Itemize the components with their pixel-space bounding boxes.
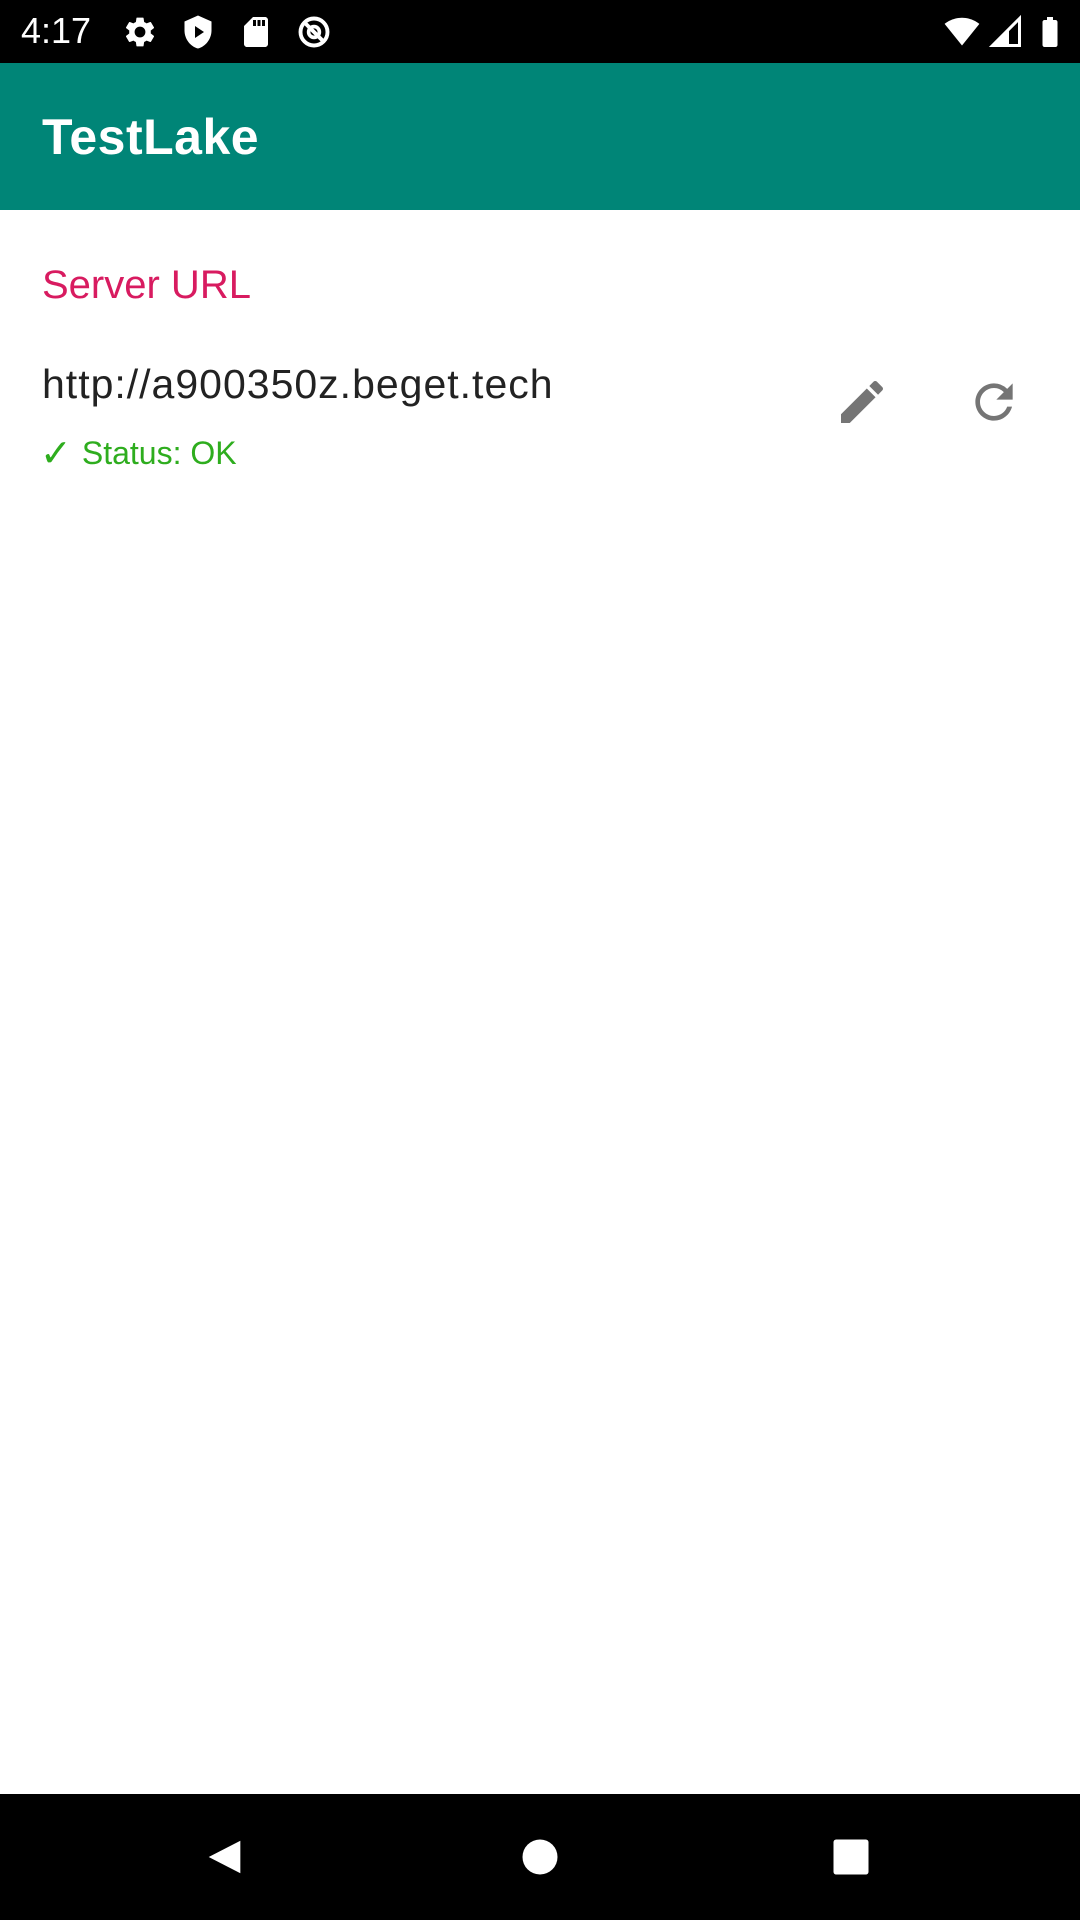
- refresh-icon: [975, 383, 1013, 421]
- app-bar: TestLake: [0, 63, 1080, 210]
- back-icon: [208, 1840, 241, 1874]
- wifi-icon: [944, 14, 980, 50]
- status-time: 4:17: [21, 10, 92, 51]
- check-icon: ✓: [40, 431, 72, 475]
- status-text: Status: OK: [81, 435, 237, 471]
- section-title-server-url: Server URL: [42, 263, 251, 307]
- recents-button[interactable]: [821, 1827, 881, 1887]
- recents-icon: [833, 1839, 869, 1875]
- sd-card-icon: [238, 14, 274, 50]
- status-bar: 4:17: [0, 0, 1080, 63]
- battery-icon: [1032, 14, 1068, 50]
- settings-icon: [122, 14, 158, 50]
- shield-play-icon: [180, 14, 216, 50]
- edit-url-button[interactable]: [820, 360, 904, 444]
- home-icon: [522, 1839, 558, 1875]
- home-button[interactable]: [510, 1827, 570, 1887]
- cell-signal-icon: [988, 14, 1024, 50]
- navigation-bar: [0, 1794, 1080, 1920]
- server-status: ✓ Status: OK: [40, 430, 237, 476]
- no-disturb-icon: [296, 14, 332, 50]
- pencil-icon: [841, 380, 884, 423]
- refresh-status-button[interactable]: [952, 360, 1036, 444]
- app-title: TestLake: [42, 109, 260, 165]
- main-content: Server URL http://a900350z.beget.tech ✓ …: [0, 210, 1080, 1794]
- server-url-value: http://a900350z.beget.tech: [42, 361, 554, 407]
- back-button[interactable]: [195, 1827, 255, 1887]
